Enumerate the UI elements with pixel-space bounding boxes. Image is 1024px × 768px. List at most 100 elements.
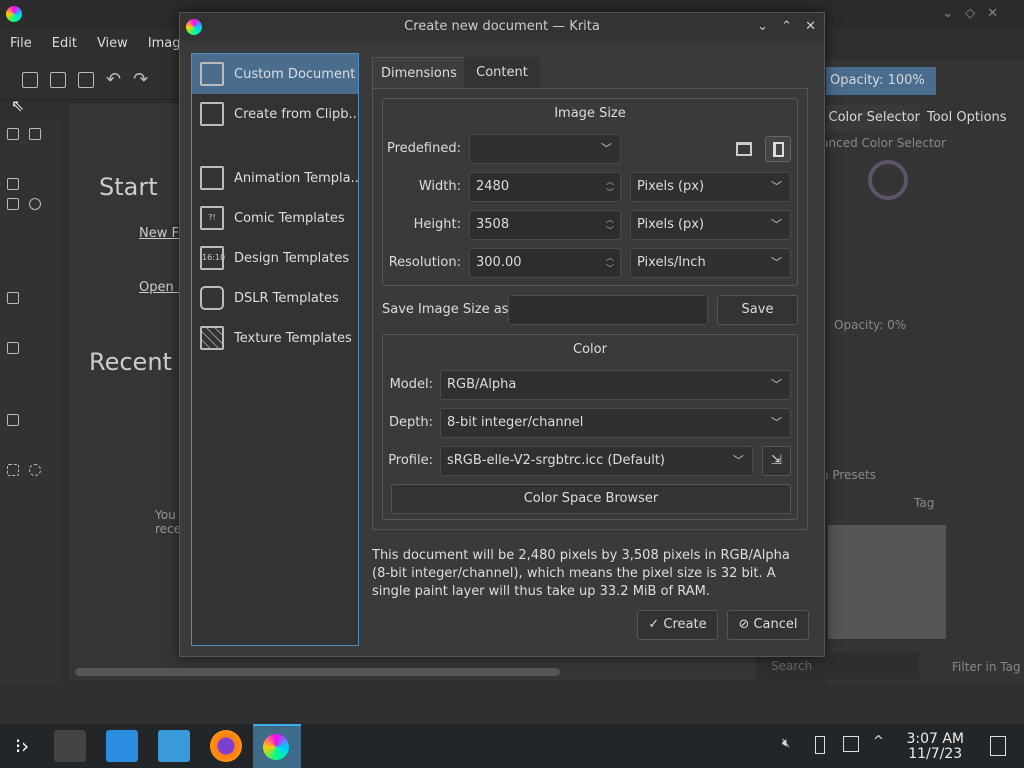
template-design[interactable]: 16:10 Design Templates [192,238,358,278]
network-icon[interactable] [843,736,859,752]
design-icon: 16:10 [200,246,225,270]
template-texture[interactable]: Texture Templates [192,318,358,358]
tool-options-tab[interactable]: Tool Options [922,105,1012,131]
save-size-input[interactable] [508,295,708,325]
create-document-dialog: Create new document — Krita ⌄ ⌃ ✕ Custom… [179,12,825,657]
tool-icon[interactable] [7,178,19,190]
tool-icon[interactable] [7,128,19,140]
template-custom-document[interactable]: Custom Document [192,54,358,94]
width-value: 2480 [476,179,510,194]
brush-preset-grid[interactable] [828,525,946,639]
width-unit-value: Pixels (px) [637,179,705,194]
tool-icon[interactable] [29,198,41,210]
tool-icon[interactable] [7,464,19,476]
color-wheel[interactable] [868,160,908,200]
dimensions-pane: Image Size Predefined: ﹀ Width: 2480 ︿ ﹀ P… [372,88,808,530]
menu-edit[interactable]: Edit [42,30,87,58]
width-input[interactable]: 2480 ︿ ﹀ [469,172,621,202]
show-desktop-icon[interactable] [990,736,1006,756]
check-icon: ✓ [648,617,664,632]
cancel-button[interactable]: ⊘ Cancel [727,610,809,640]
undo-icon[interactable]: ↶ [106,69,121,90]
tool-icon[interactable] [7,414,19,426]
maximize-button[interactable]: ⌃ [781,13,792,41]
clipboard-new-icon [200,102,224,126]
file-manager-icon[interactable] [158,730,190,762]
depth-value: 8-bit integer/channel [447,415,584,430]
color-group: Color Model: RGB/Alpha ﹀ Depth: 8-bit int… [382,334,798,520]
template-animation[interactable]: Animation Templa... [192,158,358,198]
layers-opacity[interactable]: Opacity: 0% [834,318,906,332]
spin-icon[interactable]: ︿ ﹀ [606,214,614,236]
spin-icon[interactable]: ︿ ﹀ [606,252,614,274]
import-icon: ⇲ [771,453,782,468]
horizontal-scrollbar[interactable] [75,668,560,676]
volume-muted-icon[interactable]: 🔇︎ [782,736,790,751]
tab-content[interactable]: Content [464,57,540,89]
portrait-button[interactable] [765,136,791,162]
chevron-down-icon: ﹀ [733,454,744,467]
predefined-dropdown[interactable]: ﹀ [469,134,621,164]
close-button[interactable]: ✕ [805,13,816,41]
tray-expand-icon[interactable]: ^ [873,734,884,749]
redo-icon[interactable]: ↷ [133,69,148,90]
krita-taskbar-icon[interactable] [253,724,301,768]
resolution-input[interactable]: 300.00 ︿ ﹀ [469,248,621,278]
mouse-cursor: ⇖ [11,96,25,115]
template-label: Comic Templates [234,210,345,226]
chevron-down-icon: ﹀ [771,378,782,391]
color-selector-tab[interactable]: Advanced Color Selector [826,105,920,131]
template-dslr[interactable]: DSLR Templates [192,278,358,318]
height-unit-dropdown[interactable]: Pixels (px) ﹀ [630,210,791,240]
spin-icon[interactable]: ︿ ﹀ [606,176,614,198]
minimize-button[interactable]: ⌄ [757,13,768,41]
firefox-icon[interactable] [210,730,242,762]
create-label: Create [663,617,707,632]
model-dropdown[interactable]: RGB/Alpha ﹀ [440,370,791,400]
tool-icon[interactable] [7,198,19,210]
chevron-down-icon: ﹀ [771,180,782,193]
dialog-title: Create new document — Krita [404,19,600,34]
clock[interactable]: 3:07 AM 11/7/23 [906,732,964,762]
filter-in-tag-checkbox[interactable]: Filter in Tag [952,660,1021,674]
app-launcher-icon[interactable]: ⁝› [6,730,38,762]
discover-store-icon[interactable] [106,730,138,762]
depth-dropdown[interactable]: 8-bit integer/channel ﹀ [440,408,791,438]
main-toolbar: ↶ ↷ [0,60,180,100]
profile-label: Profile: [388,453,433,468]
open-folder-icon[interactable] [50,71,66,88]
system-settings-icon[interactable] [54,730,86,762]
resolution-unit-dropdown[interactable]: Pixels/Inch ﹀ [630,248,791,278]
tool-icon[interactable] [29,464,41,476]
menu-view[interactable]: View [87,30,138,58]
profile-dropdown[interactable]: sRGB-elle-V2-srgbtrc.icc (Default) ﹀ [440,446,753,476]
import-profile-button[interactable]: ⇲ [762,446,791,476]
camera-icon [200,286,224,310]
landscape-button[interactable] [736,142,752,156]
width-label: Width: [418,179,461,194]
save-size-button[interactable]: Save [717,295,798,325]
height-input[interactable]: 3508 ︿ ﹀ [469,210,621,240]
save-icon[interactable] [78,71,94,88]
resolution-value: 300.00 [476,255,522,270]
template-label: Texture Templates [234,330,352,346]
template-create-from-clipboard[interactable]: Create from Clipb... [192,94,358,134]
usb-device-icon[interactable] [815,736,825,754]
tool-icon[interactable] [7,342,19,354]
tag-dropdown[interactable]: Tag [914,496,934,510]
width-unit-dropdown[interactable]: Pixels (px) ﹀ [630,172,791,202]
create-button[interactable]: ✓ Create [637,610,718,640]
opacity-slider[interactable]: Opacity: 100% [826,67,936,95]
tool-icon[interactable] [7,292,19,304]
window-controls[interactable]: ⌄◇✕ [942,6,1010,21]
new-document-icon[interactable] [22,71,38,88]
resolution-label: Resolution: [388,255,461,270]
template-comic[interactable]: ?! Comic Templates [192,198,358,238]
color-space-browser-button[interactable]: Color Space Browser [391,484,791,514]
menu-file[interactable]: File [0,30,42,58]
tab-dimensions[interactable]: Dimensions [372,57,466,89]
cancel-icon: ⊘ [738,617,754,632]
model-value: RGB/Alpha [447,377,517,392]
tool-icon[interactable] [29,128,41,140]
height-label: Height: [413,217,461,232]
